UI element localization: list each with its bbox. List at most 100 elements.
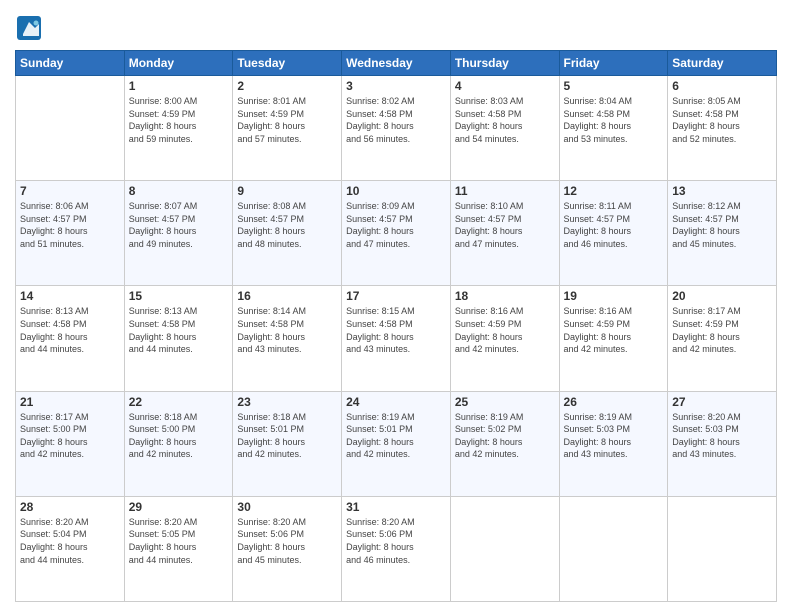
day-number: 22 bbox=[129, 395, 229, 409]
header bbox=[15, 10, 777, 42]
calendar-cell: 12 Sunrise: 8:11 AM Sunset: 4:57 PM Dayli… bbox=[559, 181, 668, 286]
day-info: Sunrise: 8:20 AM Sunset: 5:06 PM Dayligh… bbox=[346, 516, 446, 566]
calendar-cell: 24 Sunrise: 8:19 AM Sunset: 5:01 PM Dayli… bbox=[342, 391, 451, 496]
day-number: 1 bbox=[129, 79, 229, 93]
calendar-cell bbox=[450, 496, 559, 601]
day-number: 26 bbox=[564, 395, 664, 409]
logo bbox=[15, 14, 47, 42]
day-info: Sunrise: 8:20 AM Sunset: 5:05 PM Dayligh… bbox=[129, 516, 229, 566]
day-info: Sunrise: 8:14 AM Sunset: 4:58 PM Dayligh… bbox=[237, 305, 337, 355]
day-number: 17 bbox=[346, 289, 446, 303]
calendar-day-header: Sunday bbox=[16, 51, 125, 76]
day-number: 28 bbox=[20, 500, 120, 514]
day-info: Sunrise: 8:18 AM Sunset: 5:01 PM Dayligh… bbox=[237, 411, 337, 461]
calendar-day-header: Saturday bbox=[668, 51, 777, 76]
day-info: Sunrise: 8:11 AM Sunset: 4:57 PM Dayligh… bbox=[564, 200, 664, 250]
day-info: Sunrise: 8:13 AM Sunset: 4:58 PM Dayligh… bbox=[129, 305, 229, 355]
day-number: 14 bbox=[20, 289, 120, 303]
day-info: Sunrise: 8:09 AM Sunset: 4:57 PM Dayligh… bbox=[346, 200, 446, 250]
calendar-day-header: Tuesday bbox=[233, 51, 342, 76]
calendar-cell: 5 Sunrise: 8:04 AM Sunset: 4:58 PM Daylig… bbox=[559, 76, 668, 181]
calendar-cell: 1 Sunrise: 8:00 AM Sunset: 4:59 PM Daylig… bbox=[124, 76, 233, 181]
day-info: Sunrise: 8:20 AM Sunset: 5:04 PM Dayligh… bbox=[20, 516, 120, 566]
day-number: 13 bbox=[672, 184, 772, 198]
day-number: 24 bbox=[346, 395, 446, 409]
calendar-cell: 17 Sunrise: 8:15 AM Sunset: 4:58 PM Dayli… bbox=[342, 286, 451, 391]
day-info: Sunrise: 8:06 AM Sunset: 4:57 PM Dayligh… bbox=[20, 200, 120, 250]
day-number: 21 bbox=[20, 395, 120, 409]
day-number: 7 bbox=[20, 184, 120, 198]
day-number: 6 bbox=[672, 79, 772, 93]
day-info: Sunrise: 8:19 AM Sunset: 5:01 PM Dayligh… bbox=[346, 411, 446, 461]
day-number: 31 bbox=[346, 500, 446, 514]
calendar-cell bbox=[559, 496, 668, 601]
day-info: Sunrise: 8:12 AM Sunset: 4:57 PM Dayligh… bbox=[672, 200, 772, 250]
calendar-cell: 31 Sunrise: 8:20 AM Sunset: 5:06 PM Dayli… bbox=[342, 496, 451, 601]
calendar-cell: 23 Sunrise: 8:18 AM Sunset: 5:01 PM Dayli… bbox=[233, 391, 342, 496]
day-info: Sunrise: 8:18 AM Sunset: 5:00 PM Dayligh… bbox=[129, 411, 229, 461]
calendar-day-header: Wednesday bbox=[342, 51, 451, 76]
day-info: Sunrise: 8:04 AM Sunset: 4:58 PM Dayligh… bbox=[564, 95, 664, 145]
calendar-cell: 15Sunrise: 8:13 AM Sunset: 4:58 PM Dayli… bbox=[124, 286, 233, 391]
calendar-cell: 13 Sunrise: 8:12 AM Sunset: 4:57 PM Dayli… bbox=[668, 181, 777, 286]
calendar-cell: 26 Sunrise: 8:19 AM Sunset: 5:03 PM Dayli… bbox=[559, 391, 668, 496]
calendar-cell: 10 Sunrise: 8:09 AM Sunset: 4:57 PM Dayli… bbox=[342, 181, 451, 286]
day-info: Sunrise: 8:01 AM Sunset: 4:59 PM Dayligh… bbox=[237, 95, 337, 145]
day-info: Sunrise: 8:17 AM Sunset: 4:59 PM Dayligh… bbox=[672, 305, 772, 355]
day-info: Sunrise: 8:10 AM Sunset: 4:57 PM Dayligh… bbox=[455, 200, 555, 250]
calendar-cell bbox=[668, 496, 777, 601]
calendar-week-row: 28 Sunrise: 8:20 AM Sunset: 5:04 PM Dayli… bbox=[16, 496, 777, 601]
day-info: Sunrise: 8:03 AM Sunset: 4:58 PM Dayligh… bbox=[455, 95, 555, 145]
day-number: 25 bbox=[455, 395, 555, 409]
calendar-cell: 11Sunrise: 8:10 AM Sunset: 4:57 PM Dayli… bbox=[450, 181, 559, 286]
day-info: Sunrise: 8:00 AM Sunset: 4:59 PM Dayligh… bbox=[129, 95, 229, 145]
day-number: 5 bbox=[564, 79, 664, 93]
day-number: 4 bbox=[455, 79, 555, 93]
calendar-cell: 16 Sunrise: 8:14 AM Sunset: 4:58 PM Dayli… bbox=[233, 286, 342, 391]
day-number: 3 bbox=[346, 79, 446, 93]
day-info: Sunrise: 8:20 AM Sunset: 5:06 PM Dayligh… bbox=[237, 516, 337, 566]
calendar-header-row: SundayMondayTuesdayWednesdayThursdayFrid… bbox=[16, 51, 777, 76]
page: SundayMondayTuesdayWednesdayThursdayFrid… bbox=[0, 0, 792, 612]
day-info: Sunrise: 8:20 AM Sunset: 5:03 PM Dayligh… bbox=[672, 411, 772, 461]
day-number: 12 bbox=[564, 184, 664, 198]
day-number: 27 bbox=[672, 395, 772, 409]
day-info: Sunrise: 8:05 AM Sunset: 4:58 PM Dayligh… bbox=[672, 95, 772, 145]
day-info: Sunrise: 8:19 AM Sunset: 5:03 PM Dayligh… bbox=[564, 411, 664, 461]
calendar-cell: 7 Sunrise: 8:06 AM Sunset: 4:57 PM Daylig… bbox=[16, 181, 125, 286]
calendar-cell bbox=[16, 76, 125, 181]
day-number: 19 bbox=[564, 289, 664, 303]
calendar-cell: 27 Sunrise: 8:20 AM Sunset: 5:03 PM Dayli… bbox=[668, 391, 777, 496]
calendar-cell: 4 Sunrise: 8:03 AM Sunset: 4:58 PM Daylig… bbox=[450, 76, 559, 181]
day-number: 10 bbox=[346, 184, 446, 198]
day-info: Sunrise: 8:02 AM Sunset: 4:58 PM Dayligh… bbox=[346, 95, 446, 145]
day-info: Sunrise: 8:13 AM Sunset: 4:58 PM Dayligh… bbox=[20, 305, 120, 355]
calendar-week-row: 1 Sunrise: 8:00 AM Sunset: 4:59 PM Daylig… bbox=[16, 76, 777, 181]
calendar-week-row: 14 Sunrise: 8:13 AM Sunset: 4:58 PM Dayli… bbox=[16, 286, 777, 391]
logo-icon bbox=[15, 14, 43, 42]
day-number: 16 bbox=[237, 289, 337, 303]
day-info: Sunrise: 8:07 AM Sunset: 4:57 PM Dayligh… bbox=[129, 200, 229, 250]
calendar-cell: 30 Sunrise: 8:20 AM Sunset: 5:06 PM Dayli… bbox=[233, 496, 342, 601]
day-number: 18 bbox=[455, 289, 555, 303]
day-info: Sunrise: 8:15 AM Sunset: 4:58 PM Dayligh… bbox=[346, 305, 446, 355]
calendar-day-header: Friday bbox=[559, 51, 668, 76]
calendar-week-row: 21Sunrise: 8:17 AM Sunset: 5:00 PM Dayli… bbox=[16, 391, 777, 496]
calendar-cell: 6 Sunrise: 8:05 AM Sunset: 4:58 PM Daylig… bbox=[668, 76, 777, 181]
day-info: Sunrise: 8:08 AM Sunset: 4:57 PM Dayligh… bbox=[237, 200, 337, 250]
day-number: 23 bbox=[237, 395, 337, 409]
calendar-cell: 9 Sunrise: 8:08 AM Sunset: 4:57 PM Daylig… bbox=[233, 181, 342, 286]
day-number: 20 bbox=[672, 289, 772, 303]
calendar-cell: 28 Sunrise: 8:20 AM Sunset: 5:04 PM Dayli… bbox=[16, 496, 125, 601]
day-number: 2 bbox=[237, 79, 337, 93]
calendar-cell: 22 Sunrise: 8:18 AM Sunset: 5:00 PM Dayli… bbox=[124, 391, 233, 496]
calendar-cell: 3 Sunrise: 8:02 AM Sunset: 4:58 PM Daylig… bbox=[342, 76, 451, 181]
calendar-cell: 2 Sunrise: 8:01 AM Sunset: 4:59 PM Daylig… bbox=[233, 76, 342, 181]
day-number: 9 bbox=[237, 184, 337, 198]
calendar-day-header: Monday bbox=[124, 51, 233, 76]
calendar-cell: 14 Sunrise: 8:13 AM Sunset: 4:58 PM Dayli… bbox=[16, 286, 125, 391]
day-info: Sunrise: 8:19 AM Sunset: 5:02 PM Dayligh… bbox=[455, 411, 555, 461]
calendar-cell: 20 Sunrise: 8:17 AM Sunset: 4:59 PM Dayli… bbox=[668, 286, 777, 391]
day-number: 30 bbox=[237, 500, 337, 514]
day-info: Sunrise: 8:16 AM Sunset: 4:59 PM Dayligh… bbox=[564, 305, 664, 355]
